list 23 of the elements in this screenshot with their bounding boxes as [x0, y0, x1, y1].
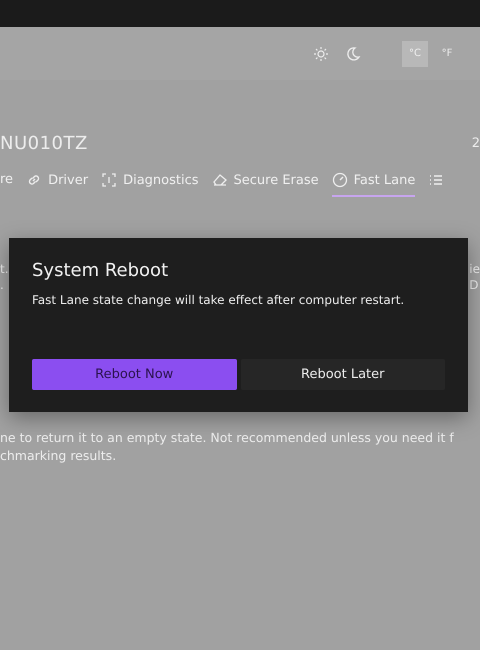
tab[interactable]: Driver — [26, 170, 88, 197]
body-text: ie — [469, 262, 480, 276]
device-title: NU010TZ — [0, 132, 88, 154]
eraser-icon — [212, 172, 228, 188]
reboot-later-button[interactable]: Reboot Later — [240, 359, 445, 390]
tab[interactable]: re — [0, 170, 14, 196]
body-text: chmarking results. — [0, 447, 118, 465]
body-text: t. — [0, 262, 9, 276]
device-info: 2 — [472, 136, 480, 150]
reboot-now-button[interactable]: Reboot Now — [32, 359, 236, 390]
tab[interactable]: Fast Lane — [332, 170, 416, 197]
dialog-title: System Reboot — [32, 260, 170, 281]
dark-mode-icon[interactable] — [345, 46, 361, 62]
light-mode-icon[interactable] — [313, 46, 329, 62]
body-text: ne to return it to an empty state. Not recommended unless you need it f — [0, 429, 455, 447]
dialog-message: Fast Lane state change will take effect after computer restart. — [32, 293, 406, 307]
tab[interactable]: Secure Erase — [212, 170, 319, 197]
body-text: D — [469, 278, 480, 292]
gauge-icon — [332, 172, 348, 188]
scan-icon — [101, 172, 118, 188]
unit-button[interactable]: °F — [434, 40, 460, 66]
body-text: . — [0, 278, 5, 292]
tab[interactable]: Diagnostics — [101, 170, 199, 197]
